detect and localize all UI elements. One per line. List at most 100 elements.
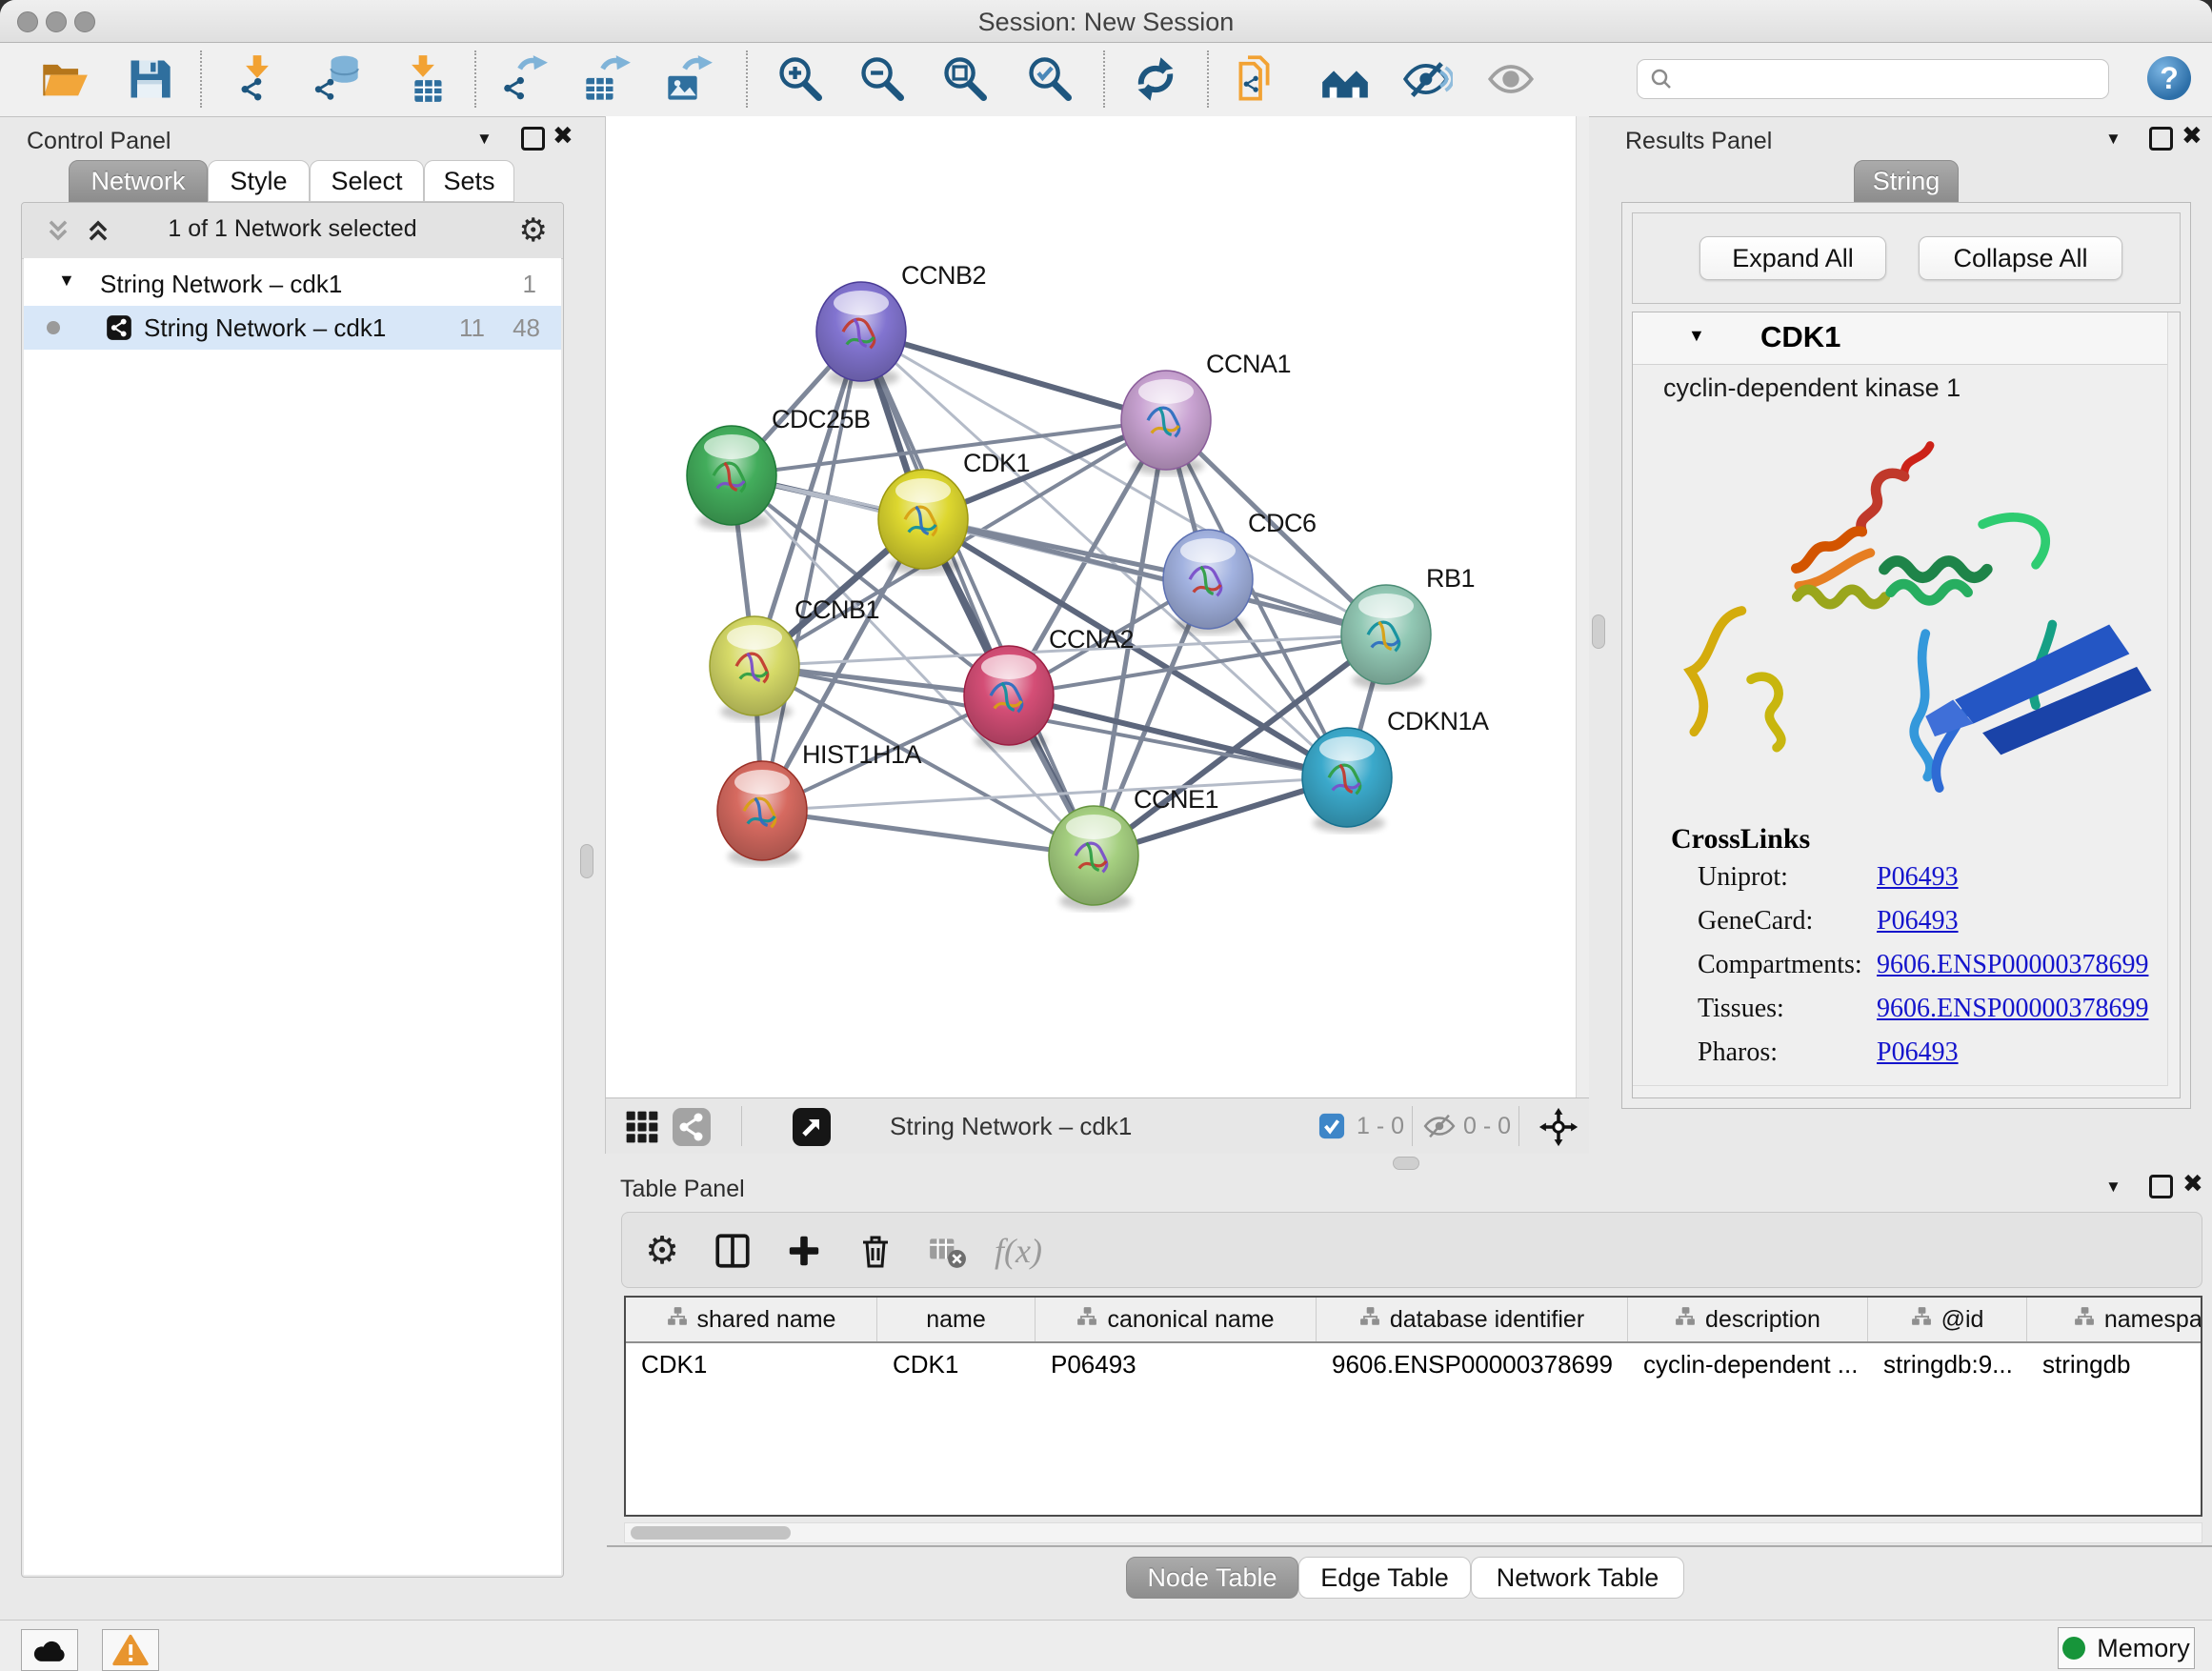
home-icon[interactable]: [1318, 52, 1372, 106]
edge-CDK1-RB1[interactable]: [923, 519, 1386, 634]
zoom-out-icon[interactable]: [855, 52, 909, 106]
open-icon[interactable]: [38, 52, 91, 106]
tab-edge-table[interactable]: Edge Table: [1298, 1557, 1471, 1599]
network-collection-row[interactable]: ▼ String Network – cdk1 1: [24, 262, 561, 306]
clone-network-icon[interactable]: [1234, 52, 1287, 106]
apply-layout-icon[interactable]: [1129, 52, 1182, 106]
hide-details-icon[interactable]: [1401, 52, 1455, 106]
export-network-icon[interactable]: [497, 52, 551, 106]
column-header-name[interactable]: name: [877, 1298, 1036, 1341]
control-panel-float-icon[interactable]: [521, 127, 545, 151]
search-input[interactable]: [1681, 65, 2108, 93]
show-columns-icon[interactable]: [706, 1224, 759, 1278]
fit-center-crosshair-icon[interactable]: [1532, 1100, 1585, 1154]
tab-network-table[interactable]: Network Table: [1471, 1557, 1684, 1599]
results-panel-float-icon[interactable]: [2149, 127, 2173, 151]
node-RB1[interactable]: RB1: [1341, 564, 1475, 690]
table-cell[interactable]: stringdb:9...: [1868, 1343, 2027, 1385]
column-header-canonical-name[interactable]: canonical name: [1036, 1298, 1317, 1341]
left-splitter-handle[interactable]: [580, 844, 593, 878]
node-CCNE1[interactable]: CCNE1: [1049, 785, 1218, 911]
network-row-selected[interactable]: String Network – cdk1 11 48: [24, 306, 561, 350]
help-icon[interactable]: ?: [2147, 56, 2191, 100]
crosslink-link[interactable]: 9606.ENSP00000378699: [1877, 950, 2148, 980]
import-database-icon[interactable]: [311, 52, 364, 106]
zoom-in-icon[interactable]: [774, 52, 827, 106]
results-vertical-scrollbar[interactable]: [2167, 312, 2180, 1097]
tab-string[interactable]: String: [1854, 160, 1959, 202]
node-CDK1[interactable]: CDK1: [878, 449, 1030, 574]
export-table-icon[interactable]: [580, 52, 633, 106]
save-icon[interactable]: [123, 52, 176, 106]
memory-button[interactable]: Memory: [2058, 1627, 2195, 1669]
control-panel-close-icon[interactable]: ✖: [553, 125, 573, 146]
table-panel-close-icon[interactable]: ✖: [2182, 1173, 2203, 1194]
column-header-namespace[interactable]: namespace: [2027, 1298, 2202, 1341]
table-cell[interactable]: 9606.ENSP00000378699: [1317, 1343, 1628, 1385]
results-horizontal-scrollbar[interactable]: [1633, 1085, 2168, 1097]
edge-CCNB2-CCNE1[interactable]: [861, 332, 1094, 856]
function-builder-icon[interactable]: f(x): [992, 1224, 1045, 1278]
crosslink-link[interactable]: P06493: [1877, 906, 1959, 936]
tab-sets[interactable]: Sets: [424, 160, 514, 202]
birdseye-icon[interactable]: [1484, 52, 1538, 106]
crosslink-link[interactable]: 9606.ENSP00000378699: [1877, 994, 2148, 1024]
crosslink-link[interactable]: P06493: [1877, 1037, 1959, 1068]
add-column-plus-icon[interactable]: [777, 1224, 831, 1278]
grid-view-icon[interactable]: [615, 1100, 669, 1154]
right-splitter-handle[interactable]: [1592, 614, 1605, 649]
crosslink-link[interactable]: P06493: [1877, 862, 1959, 893]
edge-CCNB2-CCNA1[interactable]: [861, 332, 1166, 420]
results-panel-close-icon[interactable]: ✖: [2182, 125, 2202, 146]
delete-table-icon[interactable]: [920, 1224, 974, 1278]
cloud-button[interactable]: [21, 1629, 78, 1671]
search-field[interactable]: [1637, 59, 2109, 99]
table-settings-gear-icon[interactable]: ⚙: [635, 1224, 689, 1278]
gene-expander-icon[interactable]: ▼: [1688, 326, 1705, 346]
node-CDC6[interactable]: CDC6: [1163, 509, 1317, 634]
hidden-eye-icon[interactable]: [1423, 1112, 1456, 1145]
edge-HIST1H1A-CCNE1[interactable]: [762, 811, 1094, 856]
network-share-badge-icon[interactable]: [665, 1100, 718, 1154]
table-cell[interactable]: cyclin-dependent ...: [1628, 1343, 1868, 1385]
table-cell[interactable]: stringdb: [2027, 1343, 2202, 1385]
column-header-database-identifier[interactable]: database identifier: [1317, 1298, 1628, 1341]
node-table[interactable]: shared namenamecanonical namedatabase id…: [624, 1296, 2202, 1517]
export-image-icon[interactable]: [662, 52, 715, 106]
zoom-selected-icon[interactable]: [1023, 52, 1076, 106]
results-panel-menu-icon[interactable]: ▼: [2105, 130, 2122, 149]
network-graph[interactable]: CCNB2CCNA1CDC25BCDK1CDC6RB1CCNB1CCNA2CDK…: [606, 116, 1589, 1097]
column-header-description[interactable]: description: [1628, 1298, 1868, 1341]
column-header--id[interactable]: @id: [1868, 1298, 2027, 1341]
tab-node-table[interactable]: Node Table: [1126, 1557, 1298, 1599]
tab-style[interactable]: Style: [208, 160, 310, 202]
table-cell[interactable]: CDK1: [877, 1343, 1036, 1385]
table-cell[interactable]: P06493: [1036, 1343, 1317, 1385]
network-view[interactable]: CCNB2CCNA1CDC25BCDK1CDC6RB1CCNB1CCNA2CDK…: [605, 116, 1589, 1097]
tab-network[interactable]: Network: [69, 160, 208, 202]
selected-checkbox-icon[interactable]: [1318, 1113, 1345, 1144]
node-CDKN1A[interactable]: CDKN1A: [1302, 707, 1489, 833]
import-table-icon[interactable]: [396, 52, 450, 106]
warning-button[interactable]: [102, 1629, 159, 1671]
table-horizontal-scrollbar[interactable]: [624, 1522, 2202, 1543]
table-panel-menu-icon[interactable]: ▼: [2105, 1178, 2122, 1197]
zoom-fit-icon[interactable]: [938, 52, 992, 106]
expand-all-button[interactable]: Expand All: [1699, 236, 1886, 280]
control-panel-menu-icon[interactable]: ▼: [476, 130, 493, 149]
collapse-all-button[interactable]: Collapse All: [1919, 236, 2122, 280]
import-network-icon[interactable]: [231, 52, 284, 106]
open-in-new-window-icon[interactable]: [785, 1100, 838, 1154]
gene-header[interactable]: ▼ CDK1: [1633, 312, 2180, 365]
column-header-shared-name[interactable]: shared name: [626, 1298, 877, 1341]
gear-icon[interactable]: ⚙: [519, 211, 548, 250]
collection-expander-icon[interactable]: ▼: [58, 271, 75, 291]
table-cell[interactable]: CDK1: [626, 1343, 877, 1385]
delete-trash-icon[interactable]: [849, 1224, 902, 1278]
tab-select[interactable]: Select: [310, 160, 424, 202]
node-CCNB1[interactable]: CCNB1: [710, 595, 879, 721]
edge-CCNB2-HIST1H1A[interactable]: [762, 332, 861, 811]
table-scrollbar-thumb[interactable]: [631, 1526, 791, 1540]
table-panel-float-icon[interactable]: [2149, 1175, 2173, 1198]
table-row[interactable]: CDK1CDK1P064939606.ENSP00000378699cyclin…: [626, 1343, 2201, 1385]
